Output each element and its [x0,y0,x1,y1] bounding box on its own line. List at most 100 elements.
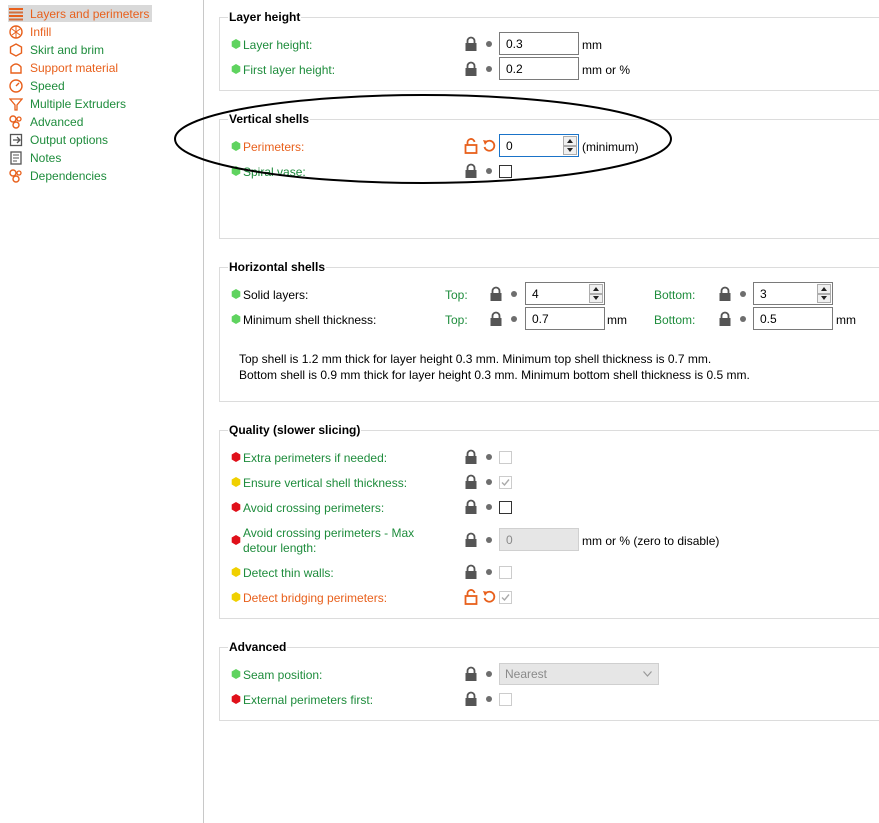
horizontal-shells-title: Horizontal shells [228,260,327,274]
default-value-dot[interactable] [740,291,746,297]
lock-icon[interactable] [718,286,732,302]
sidebar-item-advanced[interactable]: Advanced [8,113,86,130]
spin-down-button[interactable] [817,293,831,303]
first-layer-height-label: First layer height: [243,63,336,77]
lock-icon[interactable] [464,666,478,682]
solid-top-label: Top: [445,288,468,302]
sidebar-item-skirt-and-brim[interactable]: Skirt and brim [8,41,107,58]
sidebar-item-multiple-extruders[interactable]: Multiple Extruders [8,95,129,112]
sidebar-item-label: Notes [30,150,62,165]
lock-icon[interactable] [464,691,478,707]
default-value-dot[interactable] [486,479,492,485]
advanced-title: Advanced [228,640,288,654]
detect-thin-walls-checkbox[interactable] [499,566,512,579]
lock-icon[interactable] [489,286,503,302]
expert-mode-icon [231,452,241,462]
support-icon [8,60,24,76]
chevron-down-icon [643,671,652,677]
extruder-icon [8,96,24,112]
sidebar-item-label: Infill [30,24,52,39]
lock-icon[interactable] [489,311,503,327]
external-perimeters-first-label: External perimeters first: [243,693,374,707]
sidebar-item-label: Dependencies [30,168,107,183]
layer-height-title: Layer height [228,10,302,24]
first-layer-height-input[interactable]: 0.2 [499,57,579,80]
advanced-mode-icon [231,567,241,577]
sidebar-item-label: Support material [30,60,119,75]
first-layer-height-unit: mm or % [582,63,630,77]
lock-icon[interactable] [464,474,478,490]
ensure-vertical-shell-checkbox[interactable] [499,476,512,489]
solid-bottom-label: Bottom: [654,288,696,302]
min-bottom-label: Bottom: [654,313,696,327]
infill-icon [8,24,24,40]
highlight-ellipse [174,94,672,184]
layer-height-label: Layer height: [243,38,313,52]
min-bottom-unit: mm [836,313,856,327]
unlocked-icon[interactable] [464,589,478,605]
shell-info-line-1: Top shell is 1.2 mm thick for layer heig… [239,352,712,366]
layer-height-input[interactable]: 0.3 [499,32,579,55]
skirt-icon [8,42,24,58]
default-value-dot[interactable] [486,454,492,460]
extra-perimeters-checkbox[interactable] [499,451,512,464]
sidebar-item-output-options[interactable]: Output options [8,131,111,148]
default-value-dot[interactable] [486,569,492,575]
spin-up-button[interactable] [589,284,603,294]
lock-icon[interactable] [464,36,478,52]
lock-icon[interactable] [464,564,478,580]
simple-mode-icon [231,314,241,324]
default-value-dot[interactable] [486,696,492,702]
avoid-crossing-label: Avoid crossing perimeters: [243,501,385,515]
sidebar-item-label: Layers and perimeters [30,6,150,21]
lock-icon[interactable] [464,499,478,515]
default-value-dot[interactable] [486,41,492,47]
sidebar-item-infill[interactable]: Infill [8,23,54,40]
default-value-dot[interactable] [486,66,492,72]
lock-icon[interactable] [718,311,732,327]
undo-arrow-icon[interactable] [482,590,496,604]
min-shell-thickness-label: Minimum shell thickness: [243,313,377,327]
spin-up-button[interactable] [817,284,831,294]
sidebar-item-label: Output options [30,132,109,147]
sidebar-item-notes[interactable]: Notes [8,149,64,166]
avoid-crossing-max-label-line-2: detour length: [243,541,317,555]
lock-icon[interactable] [464,61,478,77]
avoid-crossing-max-unit: mm or % (zero to disable) [582,534,720,548]
sidebar-item-dependencies[interactable]: Dependencies [8,167,110,184]
sidebar-item-speed[interactable]: Speed [8,77,68,94]
avoid-crossing-max-input[interactable]: 0 [499,528,579,551]
default-value-dot[interactable] [740,316,746,322]
lock-icon[interactable] [464,532,478,548]
min-top-input[interactable]: 0.7 [525,307,605,330]
sidebar-item-label: Speed [30,78,65,93]
seam-position-label: Seam position: [243,668,323,682]
min-bottom-input[interactable]: 0.5 [753,307,833,330]
extra-perimeters-label: Extra perimeters if needed: [243,451,388,465]
seam-position-select[interactable]: Nearest [499,663,659,685]
solid-top-spinbox[interactable]: 4 [525,282,605,305]
default-value-dot[interactable] [511,291,517,297]
default-value-dot[interactable] [486,537,492,543]
simple-mode-icon [231,289,241,299]
external-perimeters-first-checkbox[interactable] [499,693,512,706]
sidebar-item-layers-and-perimeters[interactable]: Layers and perimeters [8,5,153,22]
default-value-dot[interactable] [511,316,517,322]
output-icon [8,132,24,148]
shell-info-line-2: Bottom shell is 0.9 mm thick for layer h… [239,368,750,382]
avoid-crossing-checkbox[interactable] [499,501,512,514]
lock-icon[interactable] [464,449,478,465]
avoid-crossing-max-label-line-1: Avoid crossing perimeters - Max [243,526,415,540]
spin-buttons[interactable] [817,284,831,303]
solid-bottom-spinbox[interactable]: 3 [753,282,833,305]
detect-bridging-checkbox[interactable] [499,591,512,604]
min-top-label: Top: [445,313,468,327]
spin-down-button[interactable] [589,293,603,303]
simple-mode-icon [231,669,241,679]
default-value-dot[interactable] [486,504,492,510]
min-top-unit: mm [607,313,627,327]
sidebar-item-support-material[interactable]: Support material [8,59,121,76]
default-value-dot[interactable] [486,671,492,677]
spin-buttons[interactable] [589,284,603,303]
sidebar-item-label: Multiple Extruders [30,96,127,111]
